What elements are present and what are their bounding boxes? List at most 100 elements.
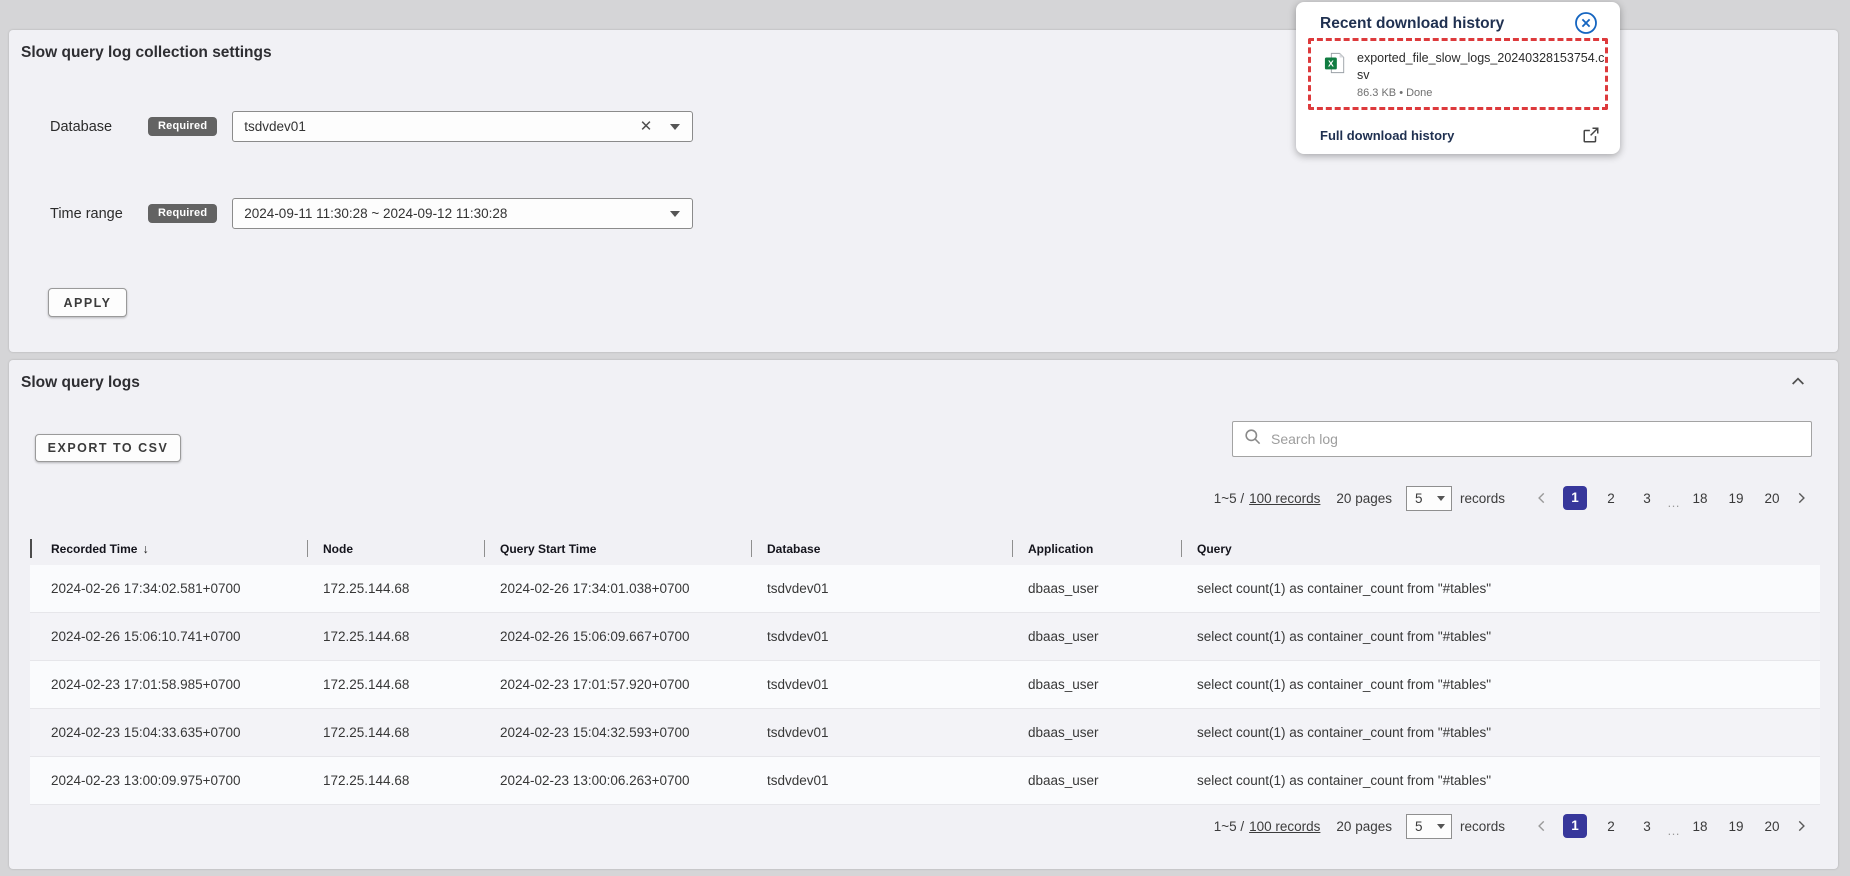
column-header-query[interactable]: Query xyxy=(1181,536,1820,562)
cell-database: tsdvdev01 xyxy=(751,661,1012,708)
pagination-range-text: 1~5 / xyxy=(1214,819,1244,834)
download-item[interactable]: exported_file_slow_logs_20240328153754.c… xyxy=(1357,50,1609,99)
database-row: Database Required tsdvdev01 ✕ xyxy=(50,111,693,142)
time-range-row: Time range Required 2024-09-11 11:30:28 … xyxy=(50,198,693,229)
prev-page-icon[interactable] xyxy=(1531,819,1553,833)
column-header-database[interactable]: Database xyxy=(751,536,1012,562)
time-range-caret-icon[interactable] xyxy=(670,211,680,217)
cell-node: 172.25.144.68 xyxy=(307,757,484,804)
pagination-range-text: 1~5 / xyxy=(1214,491,1244,506)
cell-recorded-time: 2024-02-23 17:01:58.985+0700 xyxy=(30,661,307,708)
page-button-19[interactable]: 19 xyxy=(1725,819,1747,834)
page-button-18[interactable]: 18 xyxy=(1689,819,1711,834)
database-select-value: tsdvdev01 xyxy=(244,119,306,134)
cell-query-start-time: 2024-02-23 17:01:57.920+0700 xyxy=(484,661,751,708)
cell-query-start-time: 2024-02-23 15:04:32.593+0700 xyxy=(484,709,751,756)
page-button-19[interactable]: 19 xyxy=(1725,491,1747,506)
prev-page-icon[interactable] xyxy=(1531,491,1553,505)
cell-application: dbaas_user xyxy=(1012,613,1181,660)
time-range-label: Time range xyxy=(50,206,148,222)
page-button-1[interactable]: 1 xyxy=(1563,814,1587,838)
time-range-select[interactable]: 2024-09-11 11:30:28 ~ 2024-09-12 11:30:2… xyxy=(232,198,693,229)
cell-query: select count(1) as container_count from … xyxy=(1181,757,1820,804)
export-to-csv-button[interactable]: EXPORT TO CSV xyxy=(35,434,181,462)
cell-recorded-time: 2024-02-23 13:00:09.975+0700 xyxy=(30,757,307,804)
table-row: 2024-02-26 15:06:10.741+0700172.25.144.6… xyxy=(30,613,1820,661)
pagination: 1~5 / 100 records 20 pages 5 records 123 … 18 19… xyxy=(1214,485,1812,511)
cell-application: dbaas_user xyxy=(1012,757,1181,804)
cell-node: 172.25.144.68 xyxy=(307,709,484,756)
cell-query-start-time: 2024-02-26 15:06:09.667+0700 xyxy=(484,613,751,660)
full-download-history-label: Full download history xyxy=(1320,128,1454,143)
time-range-required-badge: Required xyxy=(148,204,217,223)
download-file-meta: 86.3 KB • Done xyxy=(1357,87,1609,99)
cell-database: tsdvdev01 xyxy=(751,757,1012,804)
records-label: records xyxy=(1460,491,1505,506)
page: { "download_popup": { "title": "Recent d… xyxy=(0,0,1850,876)
table-row: 2024-02-23 15:04:33.635+0700172.25.144.6… xyxy=(30,709,1820,757)
page-size-select[interactable]: 5 xyxy=(1406,486,1452,511)
popup-title: Recent download history xyxy=(1320,15,1504,33)
svg-text:X: X xyxy=(1328,59,1334,69)
column-header-application[interactable]: Application xyxy=(1012,536,1181,562)
next-page-icon[interactable] xyxy=(1790,491,1812,505)
column-header-node[interactable]: Node xyxy=(307,536,484,562)
cell-query-start-time: 2024-02-26 17:34:01.038+0700 xyxy=(484,565,751,612)
page-size-caret-icon xyxy=(1437,496,1445,501)
cell-application: dbaas_user xyxy=(1012,661,1181,708)
cell-database: tsdvdev01 xyxy=(751,709,1012,756)
page-button-18[interactable]: 18 xyxy=(1689,491,1711,506)
page-button-2[interactable]: 2 xyxy=(1600,491,1622,506)
cell-application: dbaas_user xyxy=(1012,709,1181,756)
table-row: 2024-02-26 17:34:02.581+0700172.25.144.6… xyxy=(30,565,1820,613)
excel-file-icon: X xyxy=(1324,52,1346,79)
cell-node: 172.25.144.68 xyxy=(307,565,484,612)
cell-recorded-time: 2024-02-23 15:04:33.635+0700 xyxy=(30,709,307,756)
apply-button[interactable]: APPLY xyxy=(48,288,127,317)
page-button-1[interactable]: 1 xyxy=(1563,486,1587,510)
download-item-highlight: X exported_file_slow_logs_20240328153754… xyxy=(1308,38,1608,110)
collapse-section-icon[interactable] xyxy=(1790,374,1806,395)
cell-recorded-time: 2024-02-26 17:34:02.581+0700 xyxy=(30,565,307,612)
cell-database: tsdvdev01 xyxy=(751,565,1012,612)
database-clear-icon[interactable]: ✕ xyxy=(638,119,655,134)
search-box xyxy=(1232,421,1812,457)
total-records-link[interactable]: 100 records xyxy=(1249,491,1320,506)
page-button-20[interactable]: 20 xyxy=(1761,819,1783,834)
total-records-link[interactable]: 100 records xyxy=(1249,819,1320,834)
cell-query: select count(1) as container_count from … xyxy=(1181,613,1820,660)
page-size-caret-icon xyxy=(1437,824,1445,829)
pages-count-text: 20 pages xyxy=(1336,819,1392,834)
page-button-2[interactable]: 2 xyxy=(1600,819,1622,834)
records-label: records xyxy=(1460,819,1505,834)
sort-desc-icon: ↓ xyxy=(142,542,148,556)
page-size-value: 5 xyxy=(1415,491,1423,506)
cell-application: dbaas_user xyxy=(1012,565,1181,612)
column-header-query-start-time[interactable]: Query Start Time xyxy=(484,536,751,562)
logs-panel: Slow query logs EXPORT TO CSV 1~5 /100 r… xyxy=(9,360,1838,869)
download-file-name[interactable]: exported_file_slow_logs_20240328153754.c… xyxy=(1357,50,1609,84)
page-button-20[interactable]: 20 xyxy=(1761,491,1783,506)
cell-database: tsdvdev01 xyxy=(751,613,1012,660)
slow-query-table: Recorded Time↓NodeQuery Start TimeDataba… xyxy=(30,536,1820,805)
page-button-3[interactable]: 3 xyxy=(1636,491,1658,506)
next-page-icon[interactable] xyxy=(1790,819,1812,833)
cell-query: select count(1) as container_count from … xyxy=(1181,709,1820,756)
page-button-3[interactable]: 3 xyxy=(1636,819,1658,834)
cell-recorded-time: 2024-02-26 15:06:10.741+0700 xyxy=(30,613,307,660)
page-size-select[interactable]: 5 xyxy=(1406,814,1452,839)
search-input[interactable] xyxy=(1271,431,1801,447)
cell-node: 172.25.144.68 xyxy=(307,661,484,708)
database-required-badge: Required xyxy=(148,117,217,136)
full-download-history-link[interactable]: Full download history xyxy=(1320,126,1600,144)
database-caret-icon[interactable] xyxy=(670,124,680,130)
page-ellipsis: … xyxy=(1667,495,1680,510)
table-row: 2024-02-23 13:00:09.975+0700172.25.144.6… xyxy=(30,757,1820,805)
database-label: Database xyxy=(50,119,148,135)
search-icon xyxy=(1243,427,1262,451)
pages-count-text: 20 pages xyxy=(1336,491,1392,506)
download-history-popup: Recent download history X exported_file_… xyxy=(1296,2,1620,154)
close-icon[interactable] xyxy=(1574,11,1598,40)
database-select[interactable]: tsdvdev01 ✕ xyxy=(232,111,693,142)
column-header-recorded-time[interactable]: Recorded Time↓ xyxy=(30,536,307,562)
